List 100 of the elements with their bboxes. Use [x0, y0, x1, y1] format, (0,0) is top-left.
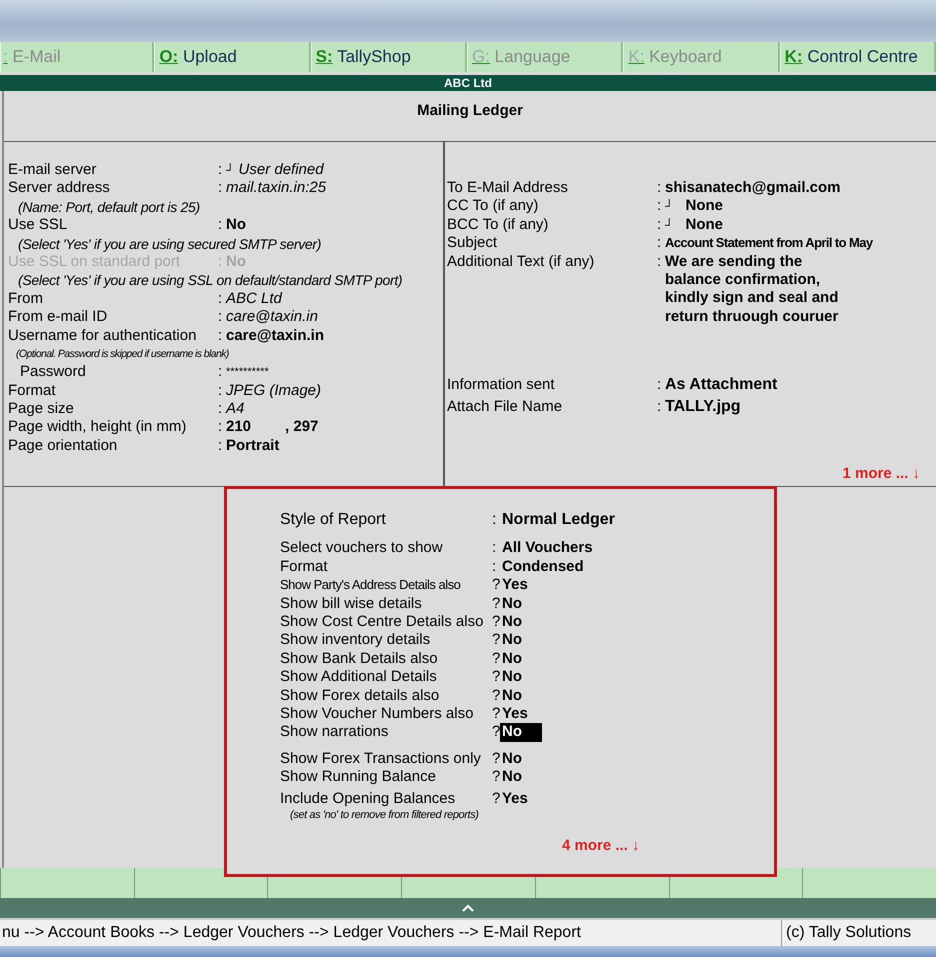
field-label: Page orientation [8, 436, 118, 456]
colon-separator: : [218, 400, 224, 418]
field-label: Additional Text (if any) [447, 252, 596, 272]
field-value[interactable]: care@taxin.in [226, 308, 318, 327]
option-value[interactable]: Yes [500, 790, 528, 809]
field-label: From [8, 290, 44, 308]
hint-text: (Optional. Password is skipped if username is blank) [15, 346, 230, 362]
field-label: E-mail server [8, 161, 98, 180]
colon-separator: : [218, 252, 224, 272]
colon-separator: : [657, 252, 662, 272]
field-value[interactable]: TALLY.jpg [665, 396, 741, 418]
option-value[interactable]: No [500, 750, 522, 768]
field-value[interactable]: care@taxin.in [226, 326, 324, 345]
field-value[interactable]: No [226, 216, 246, 235]
field-value[interactable]: User defined [238, 161, 324, 180]
colon-separator: : [218, 290, 224, 308]
option-label: Show bill wise details [280, 594, 423, 613]
hint-text: (Select 'Yes' if you are using secured SMTP server) [17, 234, 322, 253]
option-value[interactable]: Yes [500, 704, 528, 724]
separator-mark: ? [492, 631, 500, 650]
field-label: Username for authentication [8, 326, 198, 345]
colon-separator: : [218, 363, 224, 382]
field-value[interactable]: Account Statement from April to May [665, 234, 872, 253]
separator-mark: ? [492, 768, 500, 786]
separator-mark: ? [492, 612, 500, 632]
field-label: Subject [447, 234, 498, 253]
separator-mark: : [492, 558, 498, 576]
separator-mark: ? [492, 668, 500, 687]
option-value[interactable]: No [500, 650, 522, 668]
colon-separator: : [657, 375, 662, 396]
field-label: Format [8, 382, 57, 400]
field-value[interactable]: None [686, 197, 724, 216]
field-label: From e-mail ID [8, 308, 108, 327]
separator-mark: ? [492, 594, 500, 613]
field-value[interactable]: We are sending the balance confirmation, kindly sign and seal and return thruough couruer [665, 252, 838, 326]
option-label: Show Running Balance [280, 768, 437, 786]
option-value[interactable]: All Vouchers [500, 539, 593, 558]
field-label: To E-Mail Address [447, 179, 569, 198]
colon-separator: : [218, 161, 224, 180]
separator-mark: ? [492, 790, 500, 809]
option-value[interactable]: No [500, 594, 522, 613]
colon-separator: : [218, 418, 224, 437]
field-label: BCC To (if any) [447, 216, 550, 234]
field-value[interactable]: Portrait [226, 436, 280, 456]
separator-mark: ? [492, 704, 500, 724]
hint-text: (set as 'no' to remove from filtered reports) [289, 808, 480, 821]
marker-glyph: ┘ [665, 198, 674, 216]
option-value[interactable]: No [500, 668, 522, 687]
option-label: Show Voucher Numbers also [280, 704, 474, 724]
colon-separator: : [218, 179, 224, 198]
colon-separator: : [218, 436, 224, 456]
option-label: Show Bank Details also [280, 650, 439, 668]
field-label: Use SSL [8, 216, 68, 235]
separator-mark: : [492, 511, 498, 530]
field-value[interactable]: ********** [226, 363, 269, 382]
option-value[interactable]: No [500, 612, 522, 632]
option-label: Show Additional Details [280, 668, 438, 687]
more-link[interactable]: 1 more ... ↓ [842, 465, 920, 482]
caret-up-icon[interactable] [462, 904, 474, 912]
option-value[interactable]: Normal Ledger [500, 511, 615, 530]
option-label: Show Cost Centre Details also [280, 612, 484, 632]
option-value[interactable]: No [500, 723, 542, 742]
separator-mark: ? [492, 723, 500, 742]
field-value[interactable]: shisanatech@gmail.com [665, 179, 841, 198]
option-value[interactable]: No [500, 631, 522, 650]
field-value[interactable]: ABC Ltd [226, 290, 282, 308]
marker-glyph: ┘ [665, 216, 674, 234]
option-value[interactable]: No [500, 768, 522, 786]
colon-separator: : [218, 382, 224, 400]
company-title-bar: ABC Ltd [0, 75, 936, 91]
colon-separator: : [657, 197, 662, 216]
option-value[interactable]: Yes [500, 576, 528, 595]
field-value[interactable]: As Attachment [665, 374, 778, 396]
field-value[interactable]: , 297 [285, 418, 318, 437]
field-value[interactable]: 210 [226, 418, 252, 437]
colon-separator: : [218, 308, 224, 327]
option-label: Show Party's Address Details also [280, 576, 462, 594]
toolbar-button[interactable]: S: TallyShop [310, 42, 467, 72]
separator-mark: ? [492, 650, 500, 668]
field-value[interactable]: A4 [226, 400, 244, 418]
more-link[interactable]: 4 more ... ↓ [562, 837, 640, 854]
option-label: Include Opening Balances [280, 790, 456, 809]
field-value[interactable]: None [686, 216, 724, 234]
hint-text: (Select 'Yes' if you are using SSL on default/standard SMTP port) [17, 271, 404, 290]
hint-text: (Name: Port, default port is 25) [17, 198, 201, 216]
field-value[interactable]: JPEG (Image) [226, 382, 322, 400]
option-value[interactable]: Condensed [500, 558, 584, 576]
field-value[interactable]: mail.taxin.in:25 [226, 179, 326, 198]
option-value[interactable]: No [500, 686, 522, 705]
option-label: Show inventory details [280, 631, 432, 650]
option-label: Show Forex Transactions only [280, 750, 482, 768]
separator-mark: ? [492, 750, 500, 768]
toolbar-button[interactable]: K: Control Centre [780, 42, 936, 72]
colon-separator: : [218, 326, 224, 345]
toolbar-button[interactable]: O: Upload [154, 42, 311, 72]
field-label: Attach File Name [447, 397, 564, 418]
field-label: Password [19, 363, 87, 382]
report-title: Mailing Ledger [417, 102, 523, 119]
option-label: Style of Report [280, 511, 387, 530]
option-label: Select vouchers to show [280, 539, 444, 558]
